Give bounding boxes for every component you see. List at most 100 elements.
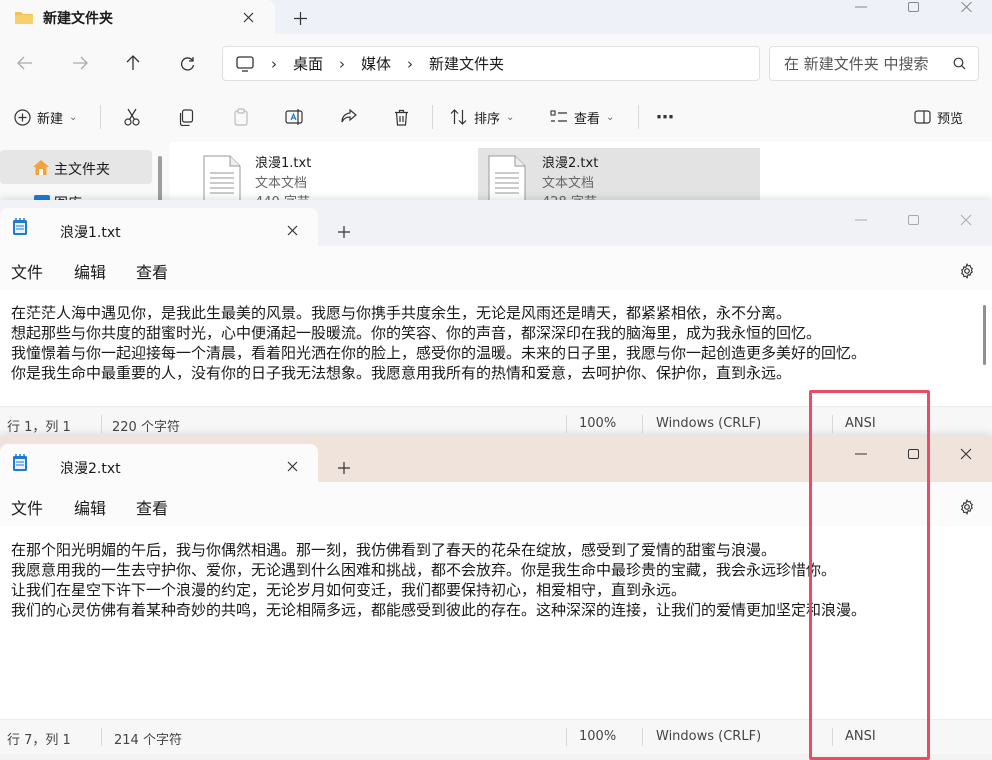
sort-icon [450,109,468,125]
text-line: 我们的心灵仿佛有着某种奇妙的共鸣，无论相隔多远，都能感受到彼此的存在。这种深深的… [11,601,867,619]
cursor-position: 行 1，列 1 [7,420,71,435]
new-tab-icon[interactable] [332,456,356,480]
cut-icon[interactable] [120,105,144,129]
new-button[interactable]: 新建 ⌄ [14,92,77,142]
zoom-level: 100% [579,729,617,744]
menu-edit[interactable]: 编辑 [74,259,106,283]
explorer-tab-title: 新建文件夹 [43,11,113,27]
chevron-down-icon: ⌄ [69,111,78,123]
forward-arrow-icon[interactable] [68,51,92,75]
text-line: 让我们在星空下许下一个浪漫的约定，无论岁月如何变迁，我们都要保持初心，相爱相守，… [11,581,687,599]
notepad-window-2: 浪漫2.txt 文件 编辑 查看 在那个阳光明媚的午后，我与你偶然相遇。那一刻，… [0,436,992,754]
toolbar-divider [638,105,639,129]
text-line: 我憧憬着与你一起迎接每一个清晨，看着阳光洒在你的脸上，感受你的温暖。未来的日子里… [11,344,867,362]
text-file-icon [488,155,526,203]
rename-icon[interactable] [282,105,306,129]
sidebar-item-home[interactable]: 主文件夹 [0,150,152,184]
maximize-icon[interactable] [901,208,925,232]
paste-icon[interactable] [229,105,253,129]
gear-icon[interactable] [955,495,979,519]
text-content: 在那个阳光明媚的午后，我与你偶然相遇。那一刻，我仿佛看到了春天的花朵在绽放，感受… [11,540,866,620]
new-tab-icon[interactable] [288,6,312,30]
delete-icon[interactable] [389,105,413,129]
explorer-tab[interactable]: 新建文件夹 [0,0,275,34]
notepad-menu-bar: 文件 编辑 查看 [0,482,992,526]
menu-view[interactable]: 查看 [136,259,168,283]
search-icon[interactable] [950,55,968,73]
sidebar-item-label: 主文件夹 [54,162,110,178]
close-tab-icon[interactable] [280,218,304,242]
text-line: 在茫茫人海中遇见你，是我此生最美的风景。我愿与你携手共度余生，无论是风雨还是晴天… [11,304,792,322]
menu-edit[interactable]: 编辑 [74,495,106,519]
breadcrumb-desktop[interactable]: 桌面 [293,53,323,74]
plus-circle-icon [14,108,31,126]
sort-button[interactable]: 排序 ⌄ [450,92,514,142]
maximize-icon[interactable] [901,442,925,466]
notepad-title-bar: 浪漫2.txt [0,436,992,482]
notepad-tab[interactable]: 浪漫1.txt [0,208,318,246]
status-divider [101,415,102,433]
new-tab-icon[interactable] [332,220,356,244]
character-count: 214 个字符 [114,733,182,748]
up-arrow-icon[interactable] [121,51,145,75]
line-ending: Windows (CRLF) [656,729,762,744]
more-options-icon[interactable]: ⋯ [653,105,677,129]
back-arrow-icon[interactable] [13,51,37,75]
notepad-tab[interactable]: 浪漫2.txt [0,444,318,482]
search-box[interactable]: 在 新建文件夹 中搜索 [769,46,979,81]
refresh-icon[interactable] [175,51,199,75]
close-window-icon[interactable] [954,208,978,232]
menu-file[interactable]: 文件 [11,259,43,283]
home-icon [32,159,50,176]
breadcrumb-media[interactable]: 媒体 [361,53,391,74]
sort-button-label: 排序 [474,111,501,127]
notepad-title-bar: 浪漫1.txt [0,200,992,246]
breadcrumb-new-folder[interactable]: 新建文件夹 [429,53,504,74]
minimize-icon[interactable] [849,0,873,14]
notepad-text-area[interactable]: 在茫茫人海中遇见你，是我此生最美的风景。我愿与你携手共度余生，无论是风雨还是晴天… [0,290,992,406]
chevron-right-icon: › [339,54,346,73]
status-divider [101,728,102,746]
gear-icon[interactable] [955,259,979,283]
preview-button[interactable]: 预览 [914,92,963,142]
close-window-icon[interactable] [954,0,978,14]
maximize-icon[interactable] [901,0,925,14]
minimize-icon[interactable] [849,208,873,232]
encoding: ANSI [845,416,876,431]
share-icon[interactable] [336,105,360,129]
zoom-level: 100% [579,416,617,431]
menu-view[interactable]: 查看 [136,495,168,519]
line-ending: Windows (CRLF) [656,416,762,431]
toolbar-divider [100,105,101,129]
text-line: 你是我生命中最重要的人，没有你的日子我无法想象。我愿意用我所有的热情和爱意，去呵… [11,364,792,382]
close-window-icon[interactable] [954,442,978,466]
cursor-position: 行 7，列 1 [7,733,71,748]
notepad-window-1: 浪漫1.txt 文件 编辑 查看 在茫茫人海中遇见你，是我此生最美的风景。我愿与… [0,200,992,441]
view-button-label: 查看 [574,111,601,127]
view-list-icon [550,110,568,124]
chevron-down-icon: ⌄ [606,111,615,123]
vertical-scrollbar[interactable] [983,305,986,365]
notepad-tab-title: 浪漫2.txt [60,461,121,477]
text-file-icon [203,155,241,203]
close-tab-icon[interactable] [280,454,304,478]
preview-button-label: 预览 [937,111,964,127]
status-divider [832,415,833,433]
text-line: 我愿意用我的一生去守护你、爱你，无论遇到什么困难和挑战，都不会放弃。你是我生命中… [11,561,837,579]
explorer-command-bar: 新建 ⌄ 排序 ⌄ 查看 ⌄ ⋯ 预览 [0,92,992,143]
copy-icon[interactable] [174,105,198,129]
menu-file[interactable]: 文件 [11,495,43,519]
notepad-text-area[interactable]: 在那个阳光明媚的午后，我与你偶然相遇。那一刻，我仿佛看到了春天的花朵在绽放，感受… [0,526,992,719]
address-bar[interactable]: › 桌面 › 媒体 › 新建文件夹 [222,46,760,81]
text-line: 想起那些与你共度的甜蜜时光，心中便涌起一股暖流。你的笑容、你的声音，都深深印在我… [11,324,822,342]
search-placeholder: 在 新建文件夹 中搜索 [784,55,929,73]
text-content: 在茫茫人海中遇见你，是我此生最美的风景。我愿与你携手共度余生，无论是风雨还是晴天… [11,303,866,383]
file-name: 浪漫1.txt [255,156,312,171]
file-type: 文本文档 [542,176,595,191]
close-tab-icon[interactable] [236,5,260,29]
minimize-icon[interactable] [849,442,873,466]
file-type: 文本文档 [255,176,308,191]
new-button-label: 新建 [37,111,64,127]
view-button[interactable]: 查看 ⌄ [550,92,614,142]
notepad-icon [12,218,28,236]
